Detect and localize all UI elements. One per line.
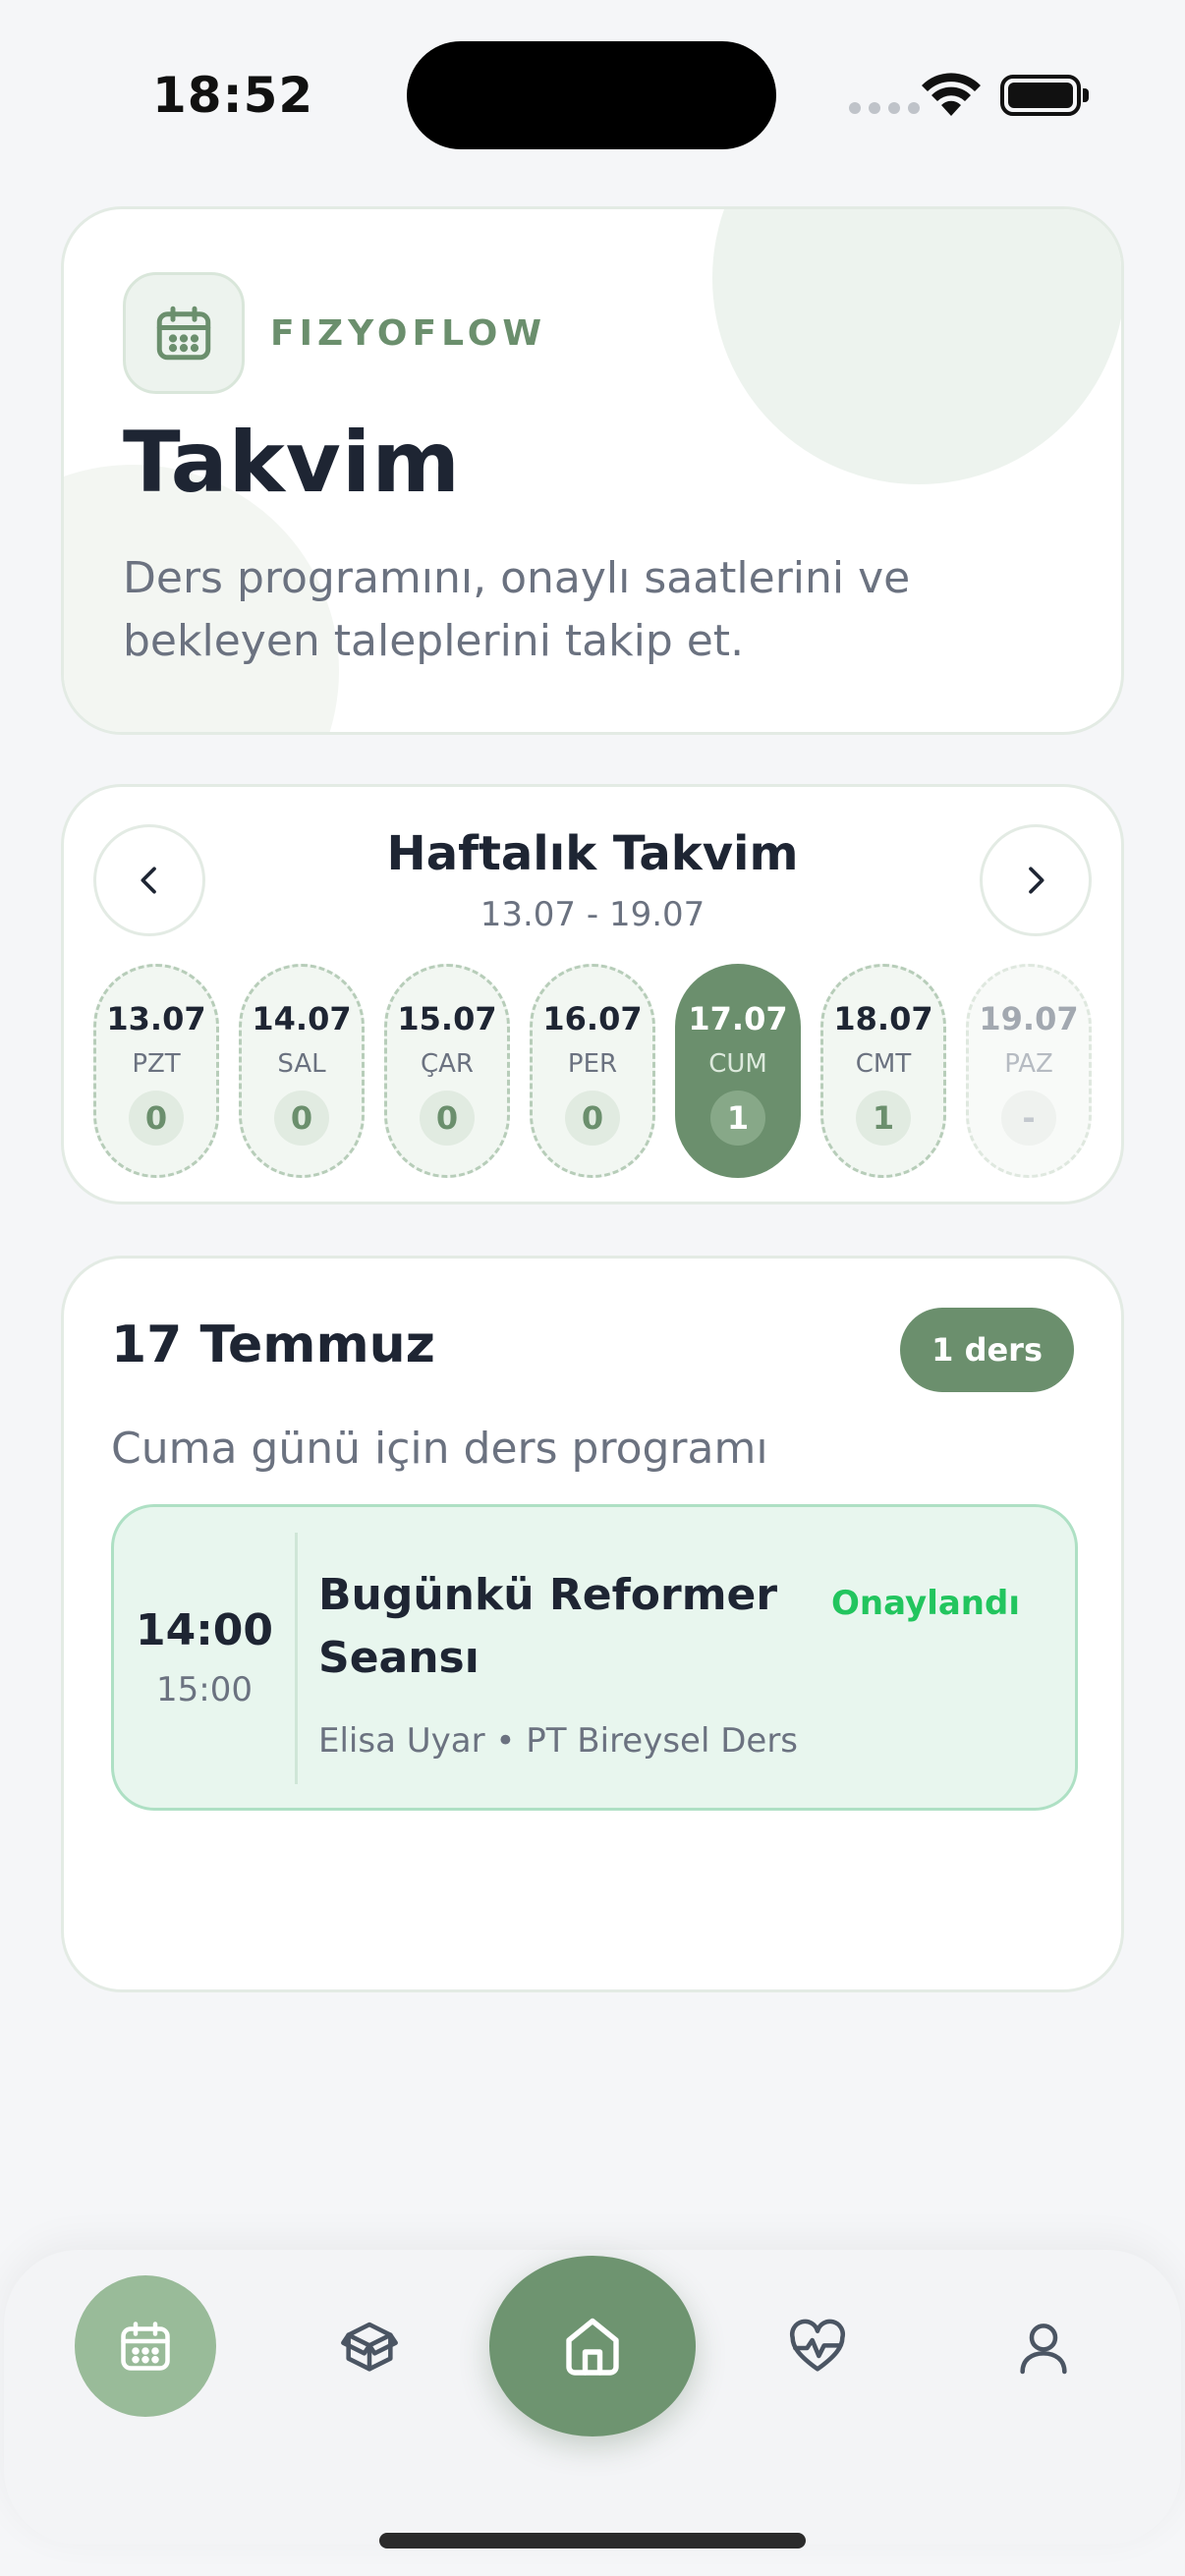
box-icon bbox=[341, 2322, 398, 2372]
day-chip[interactable]: 15.07 ÇAR 0 bbox=[384, 964, 510, 1178]
day-lesson-count: 0 bbox=[565, 1091, 620, 1146]
day-name: SAL bbox=[277, 1049, 326, 1079]
cellular-signal-icon bbox=[849, 102, 920, 114]
tab-calendar[interactable] bbox=[75, 2275, 216, 2417]
day-strip: 13.07 PZT 0 14.07 SAL 0 15.07 ÇAR 0 16.0… bbox=[93, 964, 1092, 1178]
page-subtitle: Ders programını, onaylı saatlerini ve be… bbox=[123, 553, 911, 666]
lesson-card[interactable]: 14:00 15:00 Bugünkü Reformer Seansı Onay… bbox=[111, 1504, 1078, 1811]
home-icon bbox=[566, 2318, 619, 2376]
week-range: 13.07 - 19.07 bbox=[480, 895, 705, 934]
lesson-meta: Elisa Uyar • PT Bireysel Ders bbox=[318, 1721, 799, 1761]
dynamic-island bbox=[407, 41, 776, 149]
day-chip[interactable]: 16.07 PER 0 bbox=[530, 964, 655, 1178]
page-title: Takvim bbox=[123, 414, 461, 512]
brand-name: FIZYOFLOW bbox=[270, 313, 547, 354]
weekly-calendar-card: Haftalık Takvim 13.07 - 19.07 13.07 PZT … bbox=[61, 784, 1124, 1204]
lesson-status: Onaylandı bbox=[831, 1584, 1020, 1623]
schedule-date-title: 17 Temmuz bbox=[111, 1316, 435, 1374]
heart-pulse-icon bbox=[789, 2319, 846, 2372]
day-chip[interactable]: 13.07 PZT 0 bbox=[93, 964, 219, 1178]
day-date: 18.07 bbox=[833, 1000, 933, 1037]
day-schedule-card: 17 Temmuz 1 ders Cuma günü için ders pro… bbox=[61, 1256, 1124, 1992]
day-chip[interactable]: 14.07 SAL 0 bbox=[239, 964, 365, 1178]
day-date: 13.07 bbox=[106, 1000, 206, 1037]
day-lesson-count: - bbox=[1001, 1091, 1056, 1146]
divider bbox=[295, 1533, 298, 1784]
tab-packages[interactable] bbox=[310, 2289, 428, 2407]
day-date: 17.07 bbox=[688, 1000, 788, 1037]
day-name: PER bbox=[567, 1049, 618, 1079]
home-indicator bbox=[379, 2533, 806, 2548]
day-lesson-count: 0 bbox=[129, 1091, 184, 1146]
day-date: 14.07 bbox=[252, 1000, 352, 1037]
battery-icon bbox=[1000, 75, 1089, 116]
day-name: ÇAR bbox=[420, 1049, 474, 1079]
day-chip-selected[interactable]: 17.07 CUM 1 bbox=[675, 964, 801, 1178]
status-time: 18:52 bbox=[152, 67, 314, 124]
day-date: 16.07 bbox=[542, 1000, 643, 1037]
day-lesson-count: 1 bbox=[856, 1091, 911, 1146]
day-name: PAZ bbox=[1004, 1049, 1053, 1079]
user-icon bbox=[1020, 2324, 1067, 2375]
day-name: CMT bbox=[855, 1049, 912, 1079]
calendar-icon bbox=[123, 272, 245, 394]
wifi-icon bbox=[922, 73, 981, 116]
header-card: FIZYOFLOW Takvim Ders programını, onaylı… bbox=[61, 206, 1124, 735]
week-title: Haftalık Takvim bbox=[386, 826, 799, 881]
day-lesson-count: 1 bbox=[710, 1091, 765, 1146]
day-name: CUM bbox=[708, 1049, 767, 1079]
tab-home[interactable] bbox=[489, 2256, 696, 2436]
next-week-button[interactable] bbox=[980, 824, 1092, 936]
bottom-tab-bar bbox=[4, 2250, 1181, 2545]
tab-profile[interactable] bbox=[985, 2289, 1102, 2407]
lesson-count-badge: 1 ders bbox=[900, 1308, 1074, 1392]
tab-health[interactable] bbox=[759, 2289, 876, 2407]
day-date: 19.07 bbox=[979, 1000, 1079, 1037]
calendar-icon bbox=[121, 2322, 170, 2371]
decorative-circle bbox=[712, 209, 1121, 484]
lesson-title: Bugünkü Reformer Seansı bbox=[318, 1570, 778, 1683]
schedule-subtitle: Cuma günü için ders programı bbox=[111, 1424, 768, 1474]
day-name: PZT bbox=[132, 1049, 181, 1079]
day-lesson-count: 0 bbox=[274, 1091, 329, 1146]
day-lesson-count: 0 bbox=[420, 1091, 475, 1146]
lesson-start-time: 14:00 bbox=[135, 1605, 274, 1655]
day-chip[interactable]: 18.07 CMT 1 bbox=[820, 964, 946, 1178]
day-date: 15.07 bbox=[397, 1000, 497, 1037]
lesson-end-time: 15:00 bbox=[156, 1670, 253, 1709]
status-bar: 18:52 bbox=[0, 0, 1185, 187]
chevron-right-icon bbox=[1029, 867, 1044, 894]
day-chip-disabled[interactable]: 19.07 PAZ - bbox=[966, 964, 1092, 1178]
